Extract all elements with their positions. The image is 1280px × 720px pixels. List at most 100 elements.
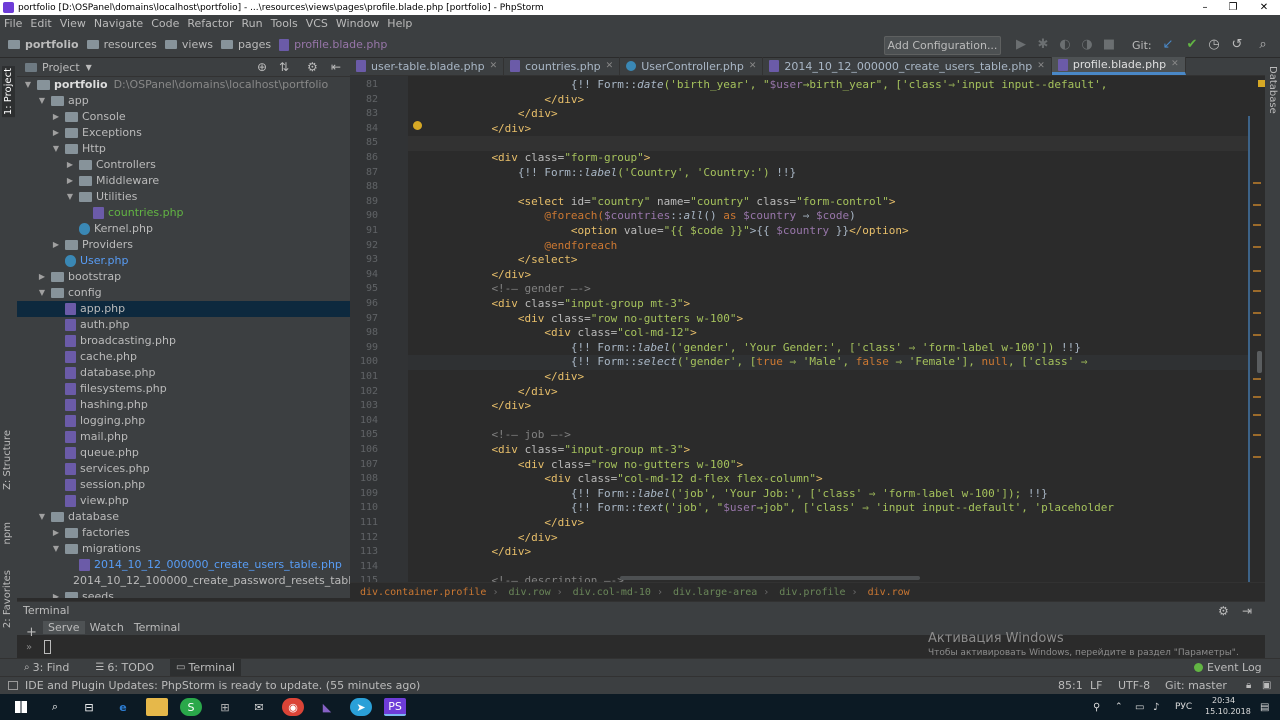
npm-tool-button[interactable]: npm <box>2 522 13 544</box>
search-icon[interactable]: ⌕ <box>44 698 66 716</box>
memory-indicator-icon[interactable]: ▣ <box>1262 680 1271 691</box>
tree-item[interactable]: view.php <box>17 493 350 509</box>
chevron-down-icon[interactable]: ▼ <box>37 285 47 301</box>
terminal-tab[interactable]: Serve <box>43 620 85 634</box>
nav-crumb[interactable]: portfolio <box>8 38 79 51</box>
horizontal-scrollbar[interactable] <box>620 576 920 580</box>
menu-refactor[interactable]: Refactor <box>183 17 237 30</box>
editor-tab[interactable]: 2014_10_12_000000_create_users_table.php… <box>763 57 1052 75</box>
line-separator[interactable]: LF <box>1090 679 1102 692</box>
tree-item[interactable]: ▶ bootstrap <box>17 269 350 285</box>
git-history-icon[interactable]: ◷ <box>1206 37 1222 53</box>
tree-root[interactable]: ▼ portfolio D:\OSPanel\domains\localhost\p… <box>17 77 350 93</box>
tree-item[interactable]: ▼ Utilities <box>17 189 350 205</box>
tree-item[interactable]: ▶ Controllers <box>17 157 350 173</box>
chevron-right-icon[interactable]: ▶ <box>51 525 61 541</box>
chevron-down-icon[interactable]: ▼ <box>86 63 92 72</box>
editor-scrollbar[interactable] <box>1248 76 1265 586</box>
tree-item[interactable]: ▼ migrations <box>17 541 350 557</box>
editor-tab[interactable]: user-table.blade.php ✕ <box>350 57 505 75</box>
tree-item[interactable]: ▶ Console <box>17 109 350 125</box>
mail-icon[interactable]: ✉ <box>248 698 270 716</box>
chevron-right-icon[interactable]: ▶ <box>51 237 61 253</box>
terminal-tab[interactable]: Terminal <box>129 621 186 634</box>
nav-crumb[interactable]: pages <box>220 38 271 51</box>
telegram-icon[interactable]: ➤ <box>350 698 372 716</box>
terminal-tool-button[interactable]: ▭ Terminal <box>170 659 241 676</box>
git-revert-icon[interactable]: ↺ <box>1229 37 1245 53</box>
status-message[interactable]: IDE and Plugin Updates: PhpStorm is read… <box>25 679 420 692</box>
editor-breadcrumb[interactable]: div.profile <box>779 587 845 598</box>
chevron-right-icon[interactable]: ▶ <box>65 157 75 173</box>
menu-help[interactable]: Help <box>383 17 416 30</box>
chevron-right-icon[interactable]: ▶ <box>51 589 61 598</box>
close-tab-icon[interactable]: ✕ <box>606 58 614 75</box>
menu-run[interactable]: Run <box>238 17 267 30</box>
minimize-button[interactable]: – <box>1191 0 1219 15</box>
tree-item[interactable]: session.php <box>17 477 350 493</box>
git-update-icon[interactable]: ↙ <box>1160 37 1176 53</box>
event-log-button[interactable]: Event Log <box>1194 661 1262 674</box>
tree-item[interactable]: ▶ seeds <box>17 589 350 598</box>
collapse-all-icon[interactable]: ⇅ <box>279 60 289 74</box>
close-tab-icon[interactable]: ✕ <box>490 58 498 75</box>
windows-start-icon[interactable] <box>10 698 32 716</box>
coverage-icon[interactable]: ◐ <box>1057 37 1073 53</box>
editor-breadcrumb[interactable]: div.row <box>508 587 550 598</box>
store-icon[interactable]: ⊞ <box>214 698 236 716</box>
tree-item[interactable]: Kernel.php <box>17 221 350 237</box>
chevron-down-icon[interactable]: ▼ <box>65 189 75 205</box>
chevron-down-icon[interactable]: ▼ <box>37 93 47 109</box>
nav-crumb[interactable]: views <box>164 38 213 51</box>
file-explorer-icon[interactable] <box>146 698 168 716</box>
panel-toggle-icon[interactable] <box>8 681 18 690</box>
menu-file[interactable]: File <box>0 17 26 30</box>
tree-item[interactable]: queue.php <box>17 445 350 461</box>
tree-item[interactable]: logging.php <box>17 413 350 429</box>
git-commit-icon[interactable]: ✔ <box>1184 37 1200 53</box>
menu-edit[interactable]: Edit <box>26 17 55 30</box>
search-everywhere-icon[interactable]: ⌕ <box>1255 37 1271 53</box>
menu-view[interactable]: View <box>56 17 90 30</box>
nav-crumb[interactable]: resources <box>86 38 157 51</box>
close-tab-icon[interactable]: ✕ <box>1037 58 1045 75</box>
editor-breadcrumb[interactable]: div.row <box>868 587 910 598</box>
menu-navigate[interactable]: Navigate <box>90 17 147 30</box>
phpstorm-taskbar-icon[interactable]: PS <box>384 698 406 716</box>
chevron-down-icon[interactable]: ▼ <box>51 541 61 557</box>
chrome-icon[interactable]: ◉ <box>282 698 304 716</box>
code-editor[interactable]: {!! Form::date('birth_year', "$user→birt… <box>408 76 1248 582</box>
database-tool-button[interactable]: Database <box>1267 66 1278 114</box>
close-tab-icon[interactable]: ✕ <box>1171 56 1179 73</box>
tree-item[interactable]: auth.php <box>17 317 350 333</box>
chevron-right-icon[interactable]: ▶ <box>51 109 61 125</box>
project-view-selector[interactable]: Project <box>42 61 80 74</box>
tree-item[interactable]: broadcasting.php <box>17 333 350 349</box>
editor-tab[interactable]: countries.php ✕ <box>504 57 621 75</box>
debug-icon[interactable]: ✱ <box>1035 37 1051 53</box>
close-button[interactable]: ✕ <box>1250 0 1278 15</box>
tree-item[interactable]: countries.php <box>17 205 350 221</box>
more-icon[interactable]: » <box>26 642 32 653</box>
terminal-tab[interactable]: Watch <box>85 621 129 634</box>
tree-item[interactable]: ▼ app <box>17 93 350 109</box>
tray-arrow-icon[interactable]: ⌃ <box>1115 702 1123 712</box>
tree-item[interactable]: hashing.php <box>17 397 350 413</box>
app-s-icon[interactable]: S <box>180 698 202 716</box>
warning-indicator-icon[interactable] <box>1258 80 1265 87</box>
task-view-icon[interactable]: ⊟ <box>78 698 100 716</box>
gear-icon[interactable]: ⚙ <box>1218 604 1229 618</box>
clock-date[interactable]: 15.10.2018 <box>1205 707 1251 716</box>
volume-icon[interactable]: ♪ <box>1153 702 1159 713</box>
caret-position[interactable]: 85:1 <box>1058 679 1083 692</box>
close-tab-icon[interactable]: ✕ <box>749 58 757 75</box>
locate-icon[interactable]: ⊕ <box>257 60 267 74</box>
tree-item[interactable]: database.php <box>17 365 350 381</box>
structure-tool-button[interactable]: Z: Structure <box>2 430 13 490</box>
menu-window[interactable]: Window <box>332 17 383 30</box>
tree-item[interactable]: ▶ Exceptions <box>17 125 350 141</box>
chevron-down-icon[interactable]: ▼ <box>23 77 33 93</box>
favorites-tool-button[interactable]: 2: Favorites <box>2 570 13 628</box>
chevron-down-icon[interactable]: ▼ <box>51 141 61 157</box>
network-icon[interactable]: ▭ <box>1135 702 1144 713</box>
